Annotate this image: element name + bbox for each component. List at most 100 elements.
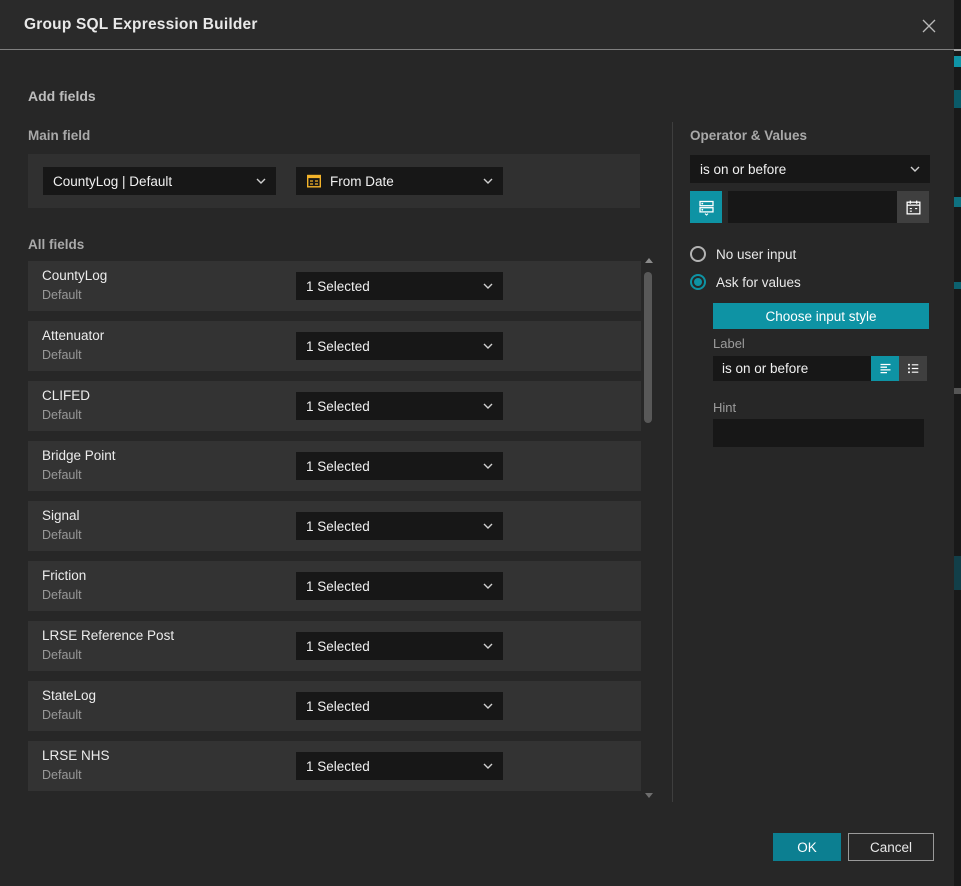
radio-circle-icon[interactable] xyxy=(690,246,706,262)
field-row-bridge-point: Bridge Point Default 1 Selected xyxy=(28,441,641,491)
unique-values-button[interactable] xyxy=(690,191,722,223)
hint-caption: Hint xyxy=(713,400,736,415)
operator-select-value: is on or before xyxy=(700,162,786,177)
field-values-select[interactable]: 1 Selected xyxy=(296,692,503,720)
group-sql-expression-builder-dialog: Group SQL Expression Builder Add fields … xyxy=(0,0,954,886)
strip-fragment xyxy=(954,56,961,67)
field-values-select-value: 1 Selected xyxy=(306,699,370,714)
dialog-title: Group SQL Expression Builder xyxy=(24,16,258,34)
hint-input[interactable] xyxy=(713,419,924,447)
date-picker-button[interactable] xyxy=(897,191,929,223)
field-values-select-value: 1 Selected xyxy=(306,579,370,594)
field-row-lrse-reference-post: LRSE Reference Post Default 1 Selected xyxy=(28,621,641,671)
value-input-row xyxy=(690,191,930,223)
main-layer-select-value: CountyLog | Default xyxy=(53,174,172,189)
field-name: CLIFED xyxy=(42,388,90,403)
date-value-input[interactable] xyxy=(728,191,897,223)
field-name: LRSE Reference Post xyxy=(42,628,174,643)
chevron-down-icon xyxy=(483,403,493,409)
main-layer-select[interactable]: CountyLog | Default xyxy=(43,167,276,195)
chevron-down-icon xyxy=(483,583,493,589)
label-caption: Label xyxy=(713,336,745,351)
unique-values-icon xyxy=(698,199,715,216)
scroll-up-arrow-icon[interactable] xyxy=(645,258,653,263)
field-values-select-value: 1 Selected xyxy=(306,759,370,774)
label-input[interactable] xyxy=(713,356,871,381)
radio-circle-checked-icon[interactable] xyxy=(690,274,706,290)
main-date-field-select[interactable]: From Date xyxy=(296,167,503,195)
screen: Group SQL Expression Builder Add fields … xyxy=(0,0,961,886)
operator-select[interactable]: is on or before xyxy=(690,155,930,183)
field-values-select[interactable]: 1 Selected xyxy=(296,752,503,780)
field-values-select[interactable]: 1 Selected xyxy=(296,452,503,480)
choose-input-style-button[interactable]: Choose input style xyxy=(713,303,929,329)
field-name: Attenuator xyxy=(42,328,104,343)
panel-divider xyxy=(672,122,673,802)
field-subtitle: Default xyxy=(42,768,82,782)
main-date-field-value: From Date xyxy=(330,174,394,189)
strip-fragment xyxy=(954,556,961,590)
field-name: Signal xyxy=(42,508,80,523)
field-row-friction: Friction Default 1 Selected xyxy=(28,561,641,611)
field-row-attenuator: Attenuator Default 1 Selected xyxy=(28,321,641,371)
strip-fragment xyxy=(954,49,961,51)
field-values-select[interactable]: 1 Selected xyxy=(296,272,503,300)
field-row-clifed: CLIFED Default 1 Selected xyxy=(28,381,641,431)
field-subtitle: Default xyxy=(42,648,82,662)
add-fields-heading: Add fields xyxy=(28,88,96,104)
field-name: LRSE NHS xyxy=(42,748,110,763)
field-values-select-value: 1 Selected xyxy=(306,459,370,474)
strip-fragment xyxy=(954,282,961,289)
radio-no-user-input-label: No user input xyxy=(716,247,796,262)
align-left-icon xyxy=(878,361,893,376)
field-row-countylog: CountyLog Default 1 Selected xyxy=(28,261,641,311)
chevron-down-icon xyxy=(483,523,493,529)
calendar-icon xyxy=(905,199,922,216)
field-subtitle: Default xyxy=(42,528,82,542)
list-scrollbar[interactable] xyxy=(644,258,654,798)
close-button[interactable] xyxy=(916,13,942,39)
chevron-down-icon xyxy=(910,166,920,172)
chevron-down-icon xyxy=(483,763,493,769)
field-subtitle: Default xyxy=(42,708,82,722)
operator-values-heading: Operator & Values xyxy=(690,128,807,143)
strip-fragment xyxy=(954,388,961,394)
radio-ask-for-values[interactable]: Ask for values xyxy=(690,274,801,290)
all-fields-list: CountyLog Default 1 Selected Attenuator … xyxy=(28,261,641,801)
chevron-down-icon xyxy=(256,178,266,184)
close-icon xyxy=(921,18,937,34)
field-subtitle: Default xyxy=(42,408,82,422)
chevron-down-icon xyxy=(483,463,493,469)
dialog-header: Group SQL Expression Builder xyxy=(0,0,954,50)
field-values-select[interactable]: 1 Selected xyxy=(296,632,503,660)
chevron-down-icon xyxy=(483,283,493,289)
cancel-button[interactable]: Cancel xyxy=(848,833,934,861)
date-field-icon xyxy=(306,173,322,189)
background-app-strip xyxy=(954,0,961,886)
scrollbar-thumb[interactable] xyxy=(644,272,652,423)
field-name: Friction xyxy=(42,568,86,583)
field-values-select[interactable]: 1 Selected xyxy=(296,512,503,540)
field-values-select[interactable]: 1 Selected xyxy=(296,572,503,600)
bulleted-list-icon xyxy=(906,361,921,376)
radio-no-user-input[interactable]: No user input xyxy=(690,246,796,262)
chevron-down-icon xyxy=(483,643,493,649)
chevron-down-icon xyxy=(483,178,493,184)
field-values-select[interactable]: 1 Selected xyxy=(296,392,503,420)
main-field-label: Main field xyxy=(28,128,90,143)
field-name: Bridge Point xyxy=(42,448,116,463)
radio-ask-for-values-label: Ask for values xyxy=(716,275,801,290)
field-row-signal: Signal Default 1 Selected xyxy=(28,501,641,551)
scroll-down-arrow-icon[interactable] xyxy=(645,793,653,798)
list-style-button[interactable] xyxy=(899,356,927,381)
field-row-statelog: StateLog Default 1 Selected xyxy=(28,681,641,731)
field-values-select[interactable]: 1 Selected xyxy=(296,332,503,360)
chevron-down-icon xyxy=(483,703,493,709)
ok-button[interactable]: OK xyxy=(773,833,841,861)
field-values-select-value: 1 Selected xyxy=(306,399,370,414)
strip-fragment xyxy=(954,90,961,108)
single-line-style-button[interactable] xyxy=(871,356,899,381)
field-values-select-value: 1 Selected xyxy=(306,519,370,534)
field-subtitle: Default xyxy=(42,348,82,362)
field-subtitle: Default xyxy=(42,588,82,602)
